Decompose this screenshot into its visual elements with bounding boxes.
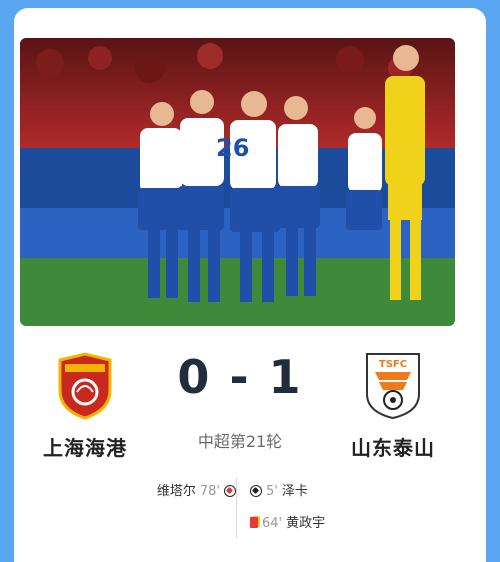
card-minute: 64' — [262, 516, 283, 531]
shandong-taishan-badge-icon: TSFC — [366, 353, 420, 420]
football-icon — [250, 485, 262, 497]
home-goal-event: 维塔尔 78' — [157, 480, 236, 499]
away-team[interactable]: TSFC 山东泰山 — [338, 350, 448, 461]
events-divider — [236, 478, 237, 538]
home-team[interactable]: 上海海港 — [30, 350, 140, 461]
celebration-image: 26 — [20, 38, 455, 326]
svg-text:26: 26 — [216, 134, 249, 162]
away-goal-event: 5' 泽卡 — [250, 480, 308, 499]
yellow-red-card-icon — [250, 517, 258, 528]
svg-text:TSFC: TSFC — [379, 359, 407, 370]
scorer-name: 泽卡 — [281, 484, 308, 499]
match-photo[interactable]: 26 — [20, 38, 455, 326]
away-team-name: 山东泰山 — [351, 436, 435, 460]
home-team-name: 上海海港 — [43, 436, 127, 460]
goal-minute: 78' — [199, 484, 220, 499]
match-round: 中超第21轮 — [197, 432, 283, 451]
match-score: 0 - 1 — [177, 350, 303, 404]
carded-player-name: 黄政宇 — [286, 516, 326, 531]
scorer-name: 维塔尔 — [156, 484, 196, 499]
away-card-event: 64' 黄政宇 — [250, 512, 325, 531]
goal-minute: 5' — [266, 484, 278, 499]
shanghai-port-badge-icon — [58, 352, 112, 420]
football-icon — [224, 485, 236, 497]
